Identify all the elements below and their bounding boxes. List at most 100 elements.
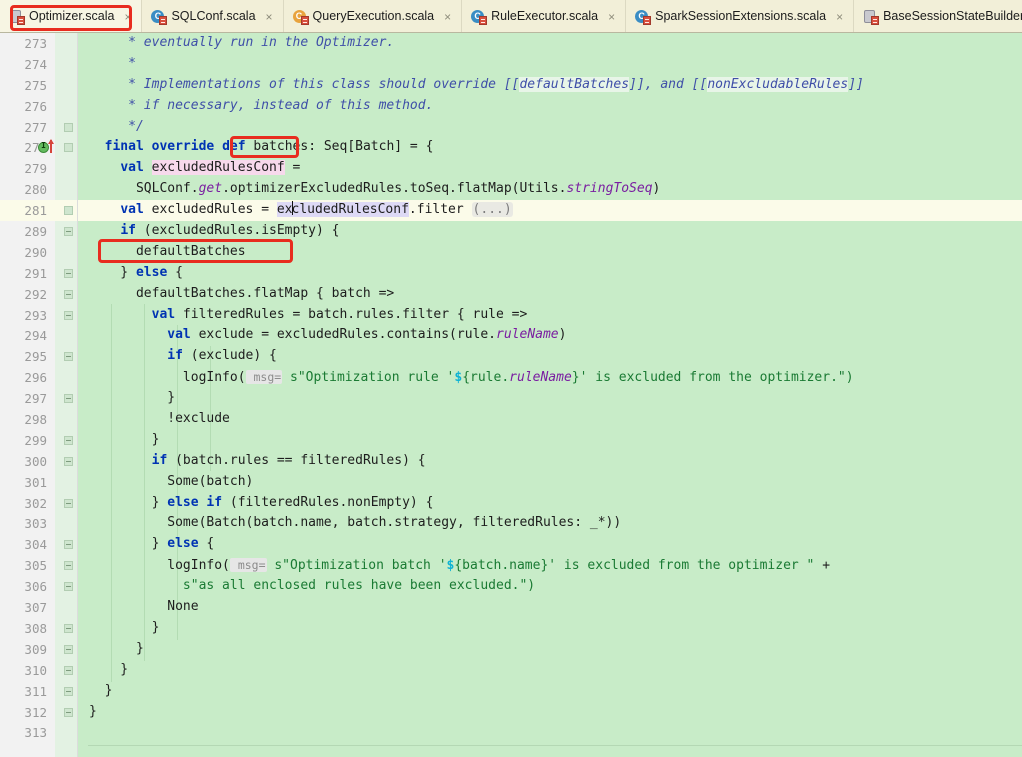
- editor-gutter[interactable]: 273 274 275 276 277 278 279 280 281 289 …: [0, 33, 78, 757]
- fold-handle-icon[interactable]: [64, 206, 73, 216]
- fold-handle-icon[interactable]: [64, 582, 73, 592]
- gutter-row: 289: [0, 221, 77, 242]
- tab-ruleexecutor-scala[interactable]: C RuleExecutor.scala ×: [462, 0, 627, 32]
- fold-handle-icon[interactable]: [64, 289, 73, 299]
- gutter-row: 299: [0, 430, 77, 451]
- code-line: final override def batches: Seq[Batch] =…: [104, 139, 434, 155]
- gutter-row: 298: [24, 412, 47, 428]
- fold-handle-icon[interactable]: [64, 143, 73, 153]
- fold-handle-icon[interactable]: [64, 686, 73, 696]
- gutter-row: 300: [0, 451, 77, 472]
- tab-optimizer-scala[interactable]: Optimizer.scala ×: [0, 0, 143, 32]
- fold-handle-icon[interactable]: [64, 227, 73, 237]
- gutter-row: 304: [0, 534, 77, 555]
- gutter-row: 312: [0, 702, 77, 723]
- code-line: Some(batch): [89, 473, 254, 489]
- code-line: }: [89, 703, 97, 719]
- gutter-row: 278: [0, 137, 77, 158]
- editor-tab-bar[interactable]: Optimizer.scala × C SQLConf.scala × C Qu…: [0, 0, 1022, 33]
- fold-handle-icon[interactable]: [64, 623, 73, 633]
- code-line: defaultBatches.flatMap { batch =>: [89, 285, 395, 301]
- code-line: *: [89, 55, 136, 71]
- code-line: val filteredRules = batch.rules.filter {…: [151, 306, 528, 322]
- override-arrow-icon[interactable]: [47, 139, 54, 154]
- code-line: }: [89, 390, 176, 406]
- gutter-row: 274: [24, 56, 47, 72]
- code-line: None: [89, 599, 199, 615]
- gutter-row: 313: [24, 725, 47, 741]
- code-line: * Implementations of this class should o…: [89, 76, 864, 92]
- fold-handle-icon[interactable]: [64, 456, 73, 466]
- fold-handle-icon[interactable]: [64, 665, 73, 675]
- fold-handle-icon[interactable]: [64, 561, 73, 571]
- fold-handle-icon[interactable]: [64, 707, 73, 717]
- gutter-row: 280: [24, 182, 47, 198]
- code-line: */: [89, 118, 144, 134]
- fold-handle-icon[interactable]: [64, 540, 73, 550]
- gutter-row: 294: [24, 328, 47, 344]
- code-line: if (excludedRules.isEmpty) {: [120, 223, 340, 239]
- code-line: defaultBatches: [89, 243, 246, 259]
- fold-handle-icon[interactable]: [64, 498, 73, 508]
- tab-sparksessionextensions-scala[interactable]: C SparkSessionExtensions.scala ×: [626, 0, 855, 32]
- scala-sheet-icon: [9, 9, 25, 25]
- code-content[interactable]: * eventually run in the Optimizer. * * I…: [78, 33, 1022, 757]
- tab-label: SparkSessionExtensions.scala: [655, 9, 827, 23]
- gutter-row: 301: [24, 474, 47, 490]
- code-line: } else if (filteredRules.nonEmpty) {: [89, 494, 434, 510]
- code-line: }: [89, 682, 113, 698]
- code-line: !exclude: [89, 411, 230, 427]
- gutter-row: 306: [0, 576, 77, 597]
- gutter-row: 296: [24, 370, 47, 386]
- fold-handle-icon[interactable]: [64, 310, 73, 320]
- code-line: if (batch.rules == filteredRules) {: [151, 452, 426, 468]
- code-line: } else {: [89, 536, 215, 552]
- tab-close-icon[interactable]: ×: [442, 10, 453, 24]
- gutter-row: 291: [0, 263, 77, 284]
- fold-handle-icon[interactable]: [64, 394, 73, 404]
- fold-handle-icon[interactable]: [64, 352, 73, 362]
- fold-handle-icon[interactable]: [64, 435, 73, 445]
- tab-label: BaseSessionStateBuilder.scala: [883, 9, 1022, 23]
- scala-class-icon: C: [151, 9, 168, 25]
- gutter-row: 276: [24, 98, 47, 114]
- tab-basesessionstatebuilder-scala[interactable]: BaseSessionStateBuilder.scala ×: [854, 0, 1022, 32]
- gutter-row: 309: [0, 639, 77, 660]
- gutter-row: 310: [0, 660, 77, 681]
- code-line: val excludedRulesConf =: [120, 160, 301, 176]
- tab-label: SQLConf.scala: [171, 9, 256, 23]
- code-line: if (exclude) {: [167, 348, 277, 364]
- gutter-row: 277: [0, 117, 77, 138]
- tab-close-icon[interactable]: ×: [264, 10, 275, 24]
- fold-handle-icon[interactable]: [64, 268, 73, 278]
- gutter-row: 297: [0, 388, 77, 409]
- fold-handle-icon[interactable]: [64, 644, 73, 654]
- gutter-row: 292: [0, 284, 77, 305]
- gutter-row: 303: [24, 516, 47, 532]
- tab-sqlconf-scala[interactable]: C SQLConf.scala ×: [142, 0, 284, 32]
- code-line: }: [89, 661, 129, 677]
- code-line: logInfo( msg= s"Optimization batch '${ba…: [89, 558, 831, 574]
- fold-handle-icon[interactable]: [64, 122, 73, 132]
- tab-close-icon[interactable]: ×: [834, 10, 845, 24]
- code-line: val excludedRules = excludedRulesConf.fi…: [78, 200, 1022, 222]
- gutter-row: 273: [24, 36, 47, 51]
- scala-sheet-icon: [863, 9, 880, 25]
- scala-object-icon: C: [292, 9, 309, 25]
- gutter-row: 311: [0, 681, 77, 702]
- code-line: Some(Batch(batch.name, batch.strategy, f…: [89, 515, 622, 531]
- tab-close-icon[interactable]: ×: [122, 10, 133, 24]
- gutter-row: 290: [24, 244, 47, 260]
- tab-label: Optimizer.scala: [29, 9, 115, 23]
- code-line: * eventually run in the Optimizer.: [89, 35, 395, 50]
- tab-label: QueryExecution.scala: [312, 9, 435, 23]
- tab-close-icon[interactable]: ×: [606, 10, 617, 24]
- code-editor[interactable]: 273 274 275 276 277 278 279 280 281 289 …: [0, 33, 1022, 757]
- scala-class-icon: C: [471, 9, 488, 25]
- gutter-row: 293: [0, 305, 77, 326]
- gutter-row: 279: [24, 161, 47, 177]
- code-line: SQLConf.get.optimizerExcludedRules.toSeq…: [89, 181, 661, 197]
- code-line: }: [89, 431, 160, 447]
- tab-queryexecution-scala[interactable]: C QueryExecution.scala ×: [283, 0, 463, 32]
